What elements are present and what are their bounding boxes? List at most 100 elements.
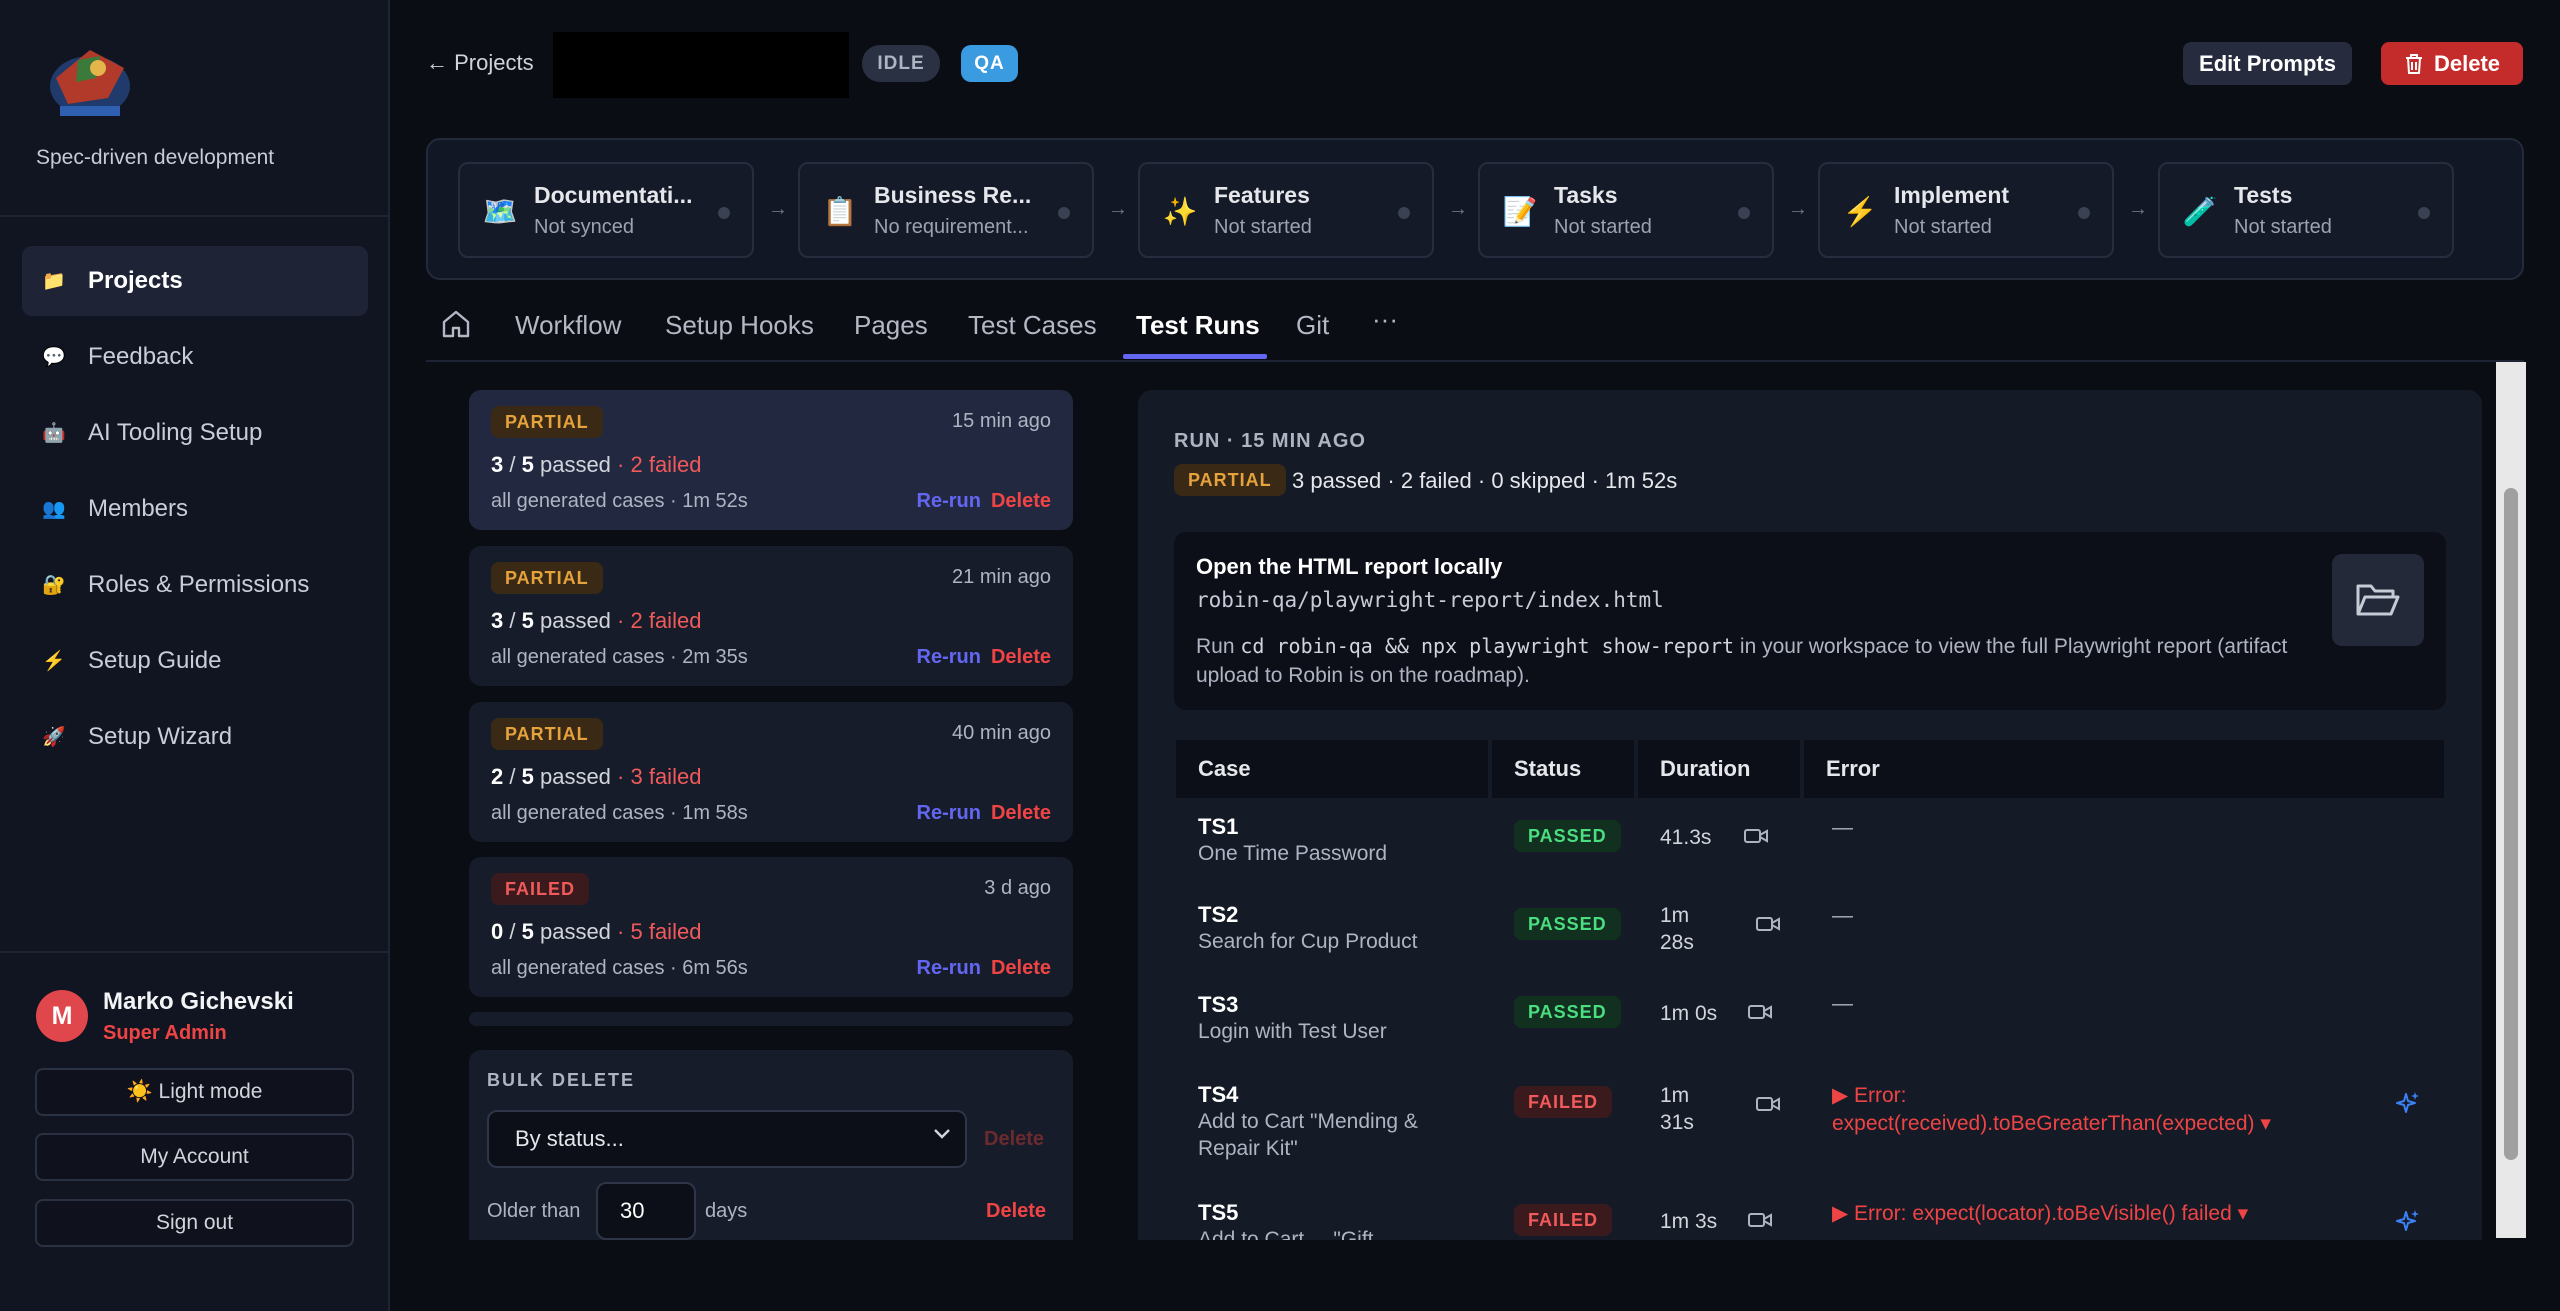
open-folder-button[interactable]	[2332, 554, 2424, 646]
light-mode-button[interactable]: ☀️ Light mode	[35, 1068, 354, 1116]
step-title: Business Re...	[874, 182, 1032, 208]
case-name: Search for Cup Product	[1198, 930, 1418, 953]
delete-run-button[interactable]: Delete	[991, 957, 1051, 980]
delete-project-button[interactable]: Delete	[2381, 42, 2523, 85]
video-icon[interactable]	[1744, 828, 1768, 844]
case-name: Add to Cart "Mending & Repair Kit"	[1198, 1110, 1418, 1160]
sidebar-item-feedback[interactable]: 💬 Feedback	[22, 322, 368, 392]
column-header-error: Error	[1804, 740, 2444, 798]
sidebar-item-projects[interactable]: 📁 Projects	[22, 246, 368, 316]
status-badge: PARTIAL	[491, 718, 603, 750]
step-tasks[interactable]: 📝 Tasks Not started	[1478, 162, 1774, 258]
step-status-dot	[1398, 207, 1410, 219]
speech-bubble-icon: 💬	[42, 347, 66, 368]
step-status-dot	[718, 207, 730, 219]
run-time: 21 min ago	[952, 566, 1051, 588]
error-toggle[interactable]: ▶ Error: expect(locator).toBeVisible() f…	[1832, 1200, 2352, 1228]
rerun-button[interactable]: Re-run	[917, 490, 981, 513]
step-features[interactable]: ✨ Features Not started	[1138, 162, 1434, 258]
tab-setup-hooks[interactable]: Setup Hooks	[665, 310, 814, 341]
days-input[interactable]: 30	[596, 1182, 696, 1240]
days-label: days	[705, 1200, 748, 1222]
my-account-button[interactable]: My Account	[35, 1133, 354, 1181]
tab-test-cases[interactable]: Test Cases	[968, 310, 1097, 341]
step-tests[interactable]: 🧪 Tests Not started	[2158, 162, 2454, 258]
sidebar-item-setup-guide[interactable]: ⚡ Setup Guide	[22, 626, 368, 696]
run-meta: all generated cases · 6m 56s	[491, 957, 748, 979]
user-role: Super Admin	[103, 1022, 227, 1044]
run-card[interactable]: PARTIAL 15 min ago 3 / 5 passed · 2 fail…	[469, 390, 1073, 530]
case-name: Add to Cart ... "Gift	[1198, 1228, 1374, 1240]
ai-fix-sparkles-icon[interactable]	[2394, 1208, 2422, 1236]
run-meta: all generated cases · 1m 52s	[491, 490, 748, 512]
sidebar-item-label: Roles & Permissions	[88, 571, 310, 598]
bulk-delete-older-button[interactable]: Delete	[986, 1200, 1046, 1223]
status-badge: FAILED	[1514, 1204, 1613, 1236]
run-card[interactable]: PARTIAL 40 min ago 2 / 5 passed · 3 fail…	[469, 702, 1073, 842]
step-status-dot	[1058, 207, 1070, 219]
folder-open-icon	[2356, 584, 2400, 616]
sidebar-item-setup-wizard[interactable]: 🚀 Setup Wizard	[22, 702, 368, 772]
step-implement[interactable]: ⚡ Implement Not started	[1818, 162, 2114, 258]
more-tabs-icon[interactable]: ···	[1372, 304, 1398, 335]
video-icon[interactable]	[1756, 916, 1780, 932]
run-card[interactable]: FAILED 3 d ago 0 / 5 passed · 5 failed a…	[469, 857, 1073, 997]
user-name: Marko Gichevski	[103, 988, 294, 1015]
edit-prompts-button[interactable]: Edit Prompts	[2183, 42, 2352, 85]
status-select[interactable]: By status...	[487, 1110, 967, 1168]
case-id: TS4	[1198, 1082, 1239, 1107]
app-root: Spec-driven development 📁 Projects 💬 Feedb…	[0, 0, 2560, 1311]
error-text: —	[1832, 992, 1853, 1015]
home-icon[interactable]	[440, 308, 472, 340]
sidebar-item-label: Setup Wizard	[88, 723, 233, 750]
tab-pages[interactable]: Pages	[854, 310, 928, 341]
lightning-icon: ⚡	[1842, 196, 1878, 227]
robin-logo[interactable]	[38, 38, 138, 124]
report-title: Open the HTML report locally	[1196, 554, 1503, 579]
tab-test-runs[interactable]: Test Runs	[1136, 310, 1260, 341]
video-icon[interactable]	[1756, 1096, 1780, 1112]
trash-icon	[2405, 53, 2422, 74]
sidebar-item-ai-tooling-setup[interactable]: 🤖 AI Tooling Setup	[22, 398, 368, 468]
error-toggle[interactable]: ▶ Error: expect(received).toBeGreaterTha…	[1832, 1082, 2312, 1138]
sidebar-item-label: Setup Guide	[88, 647, 222, 674]
sidebar-divider	[0, 215, 390, 217]
run-summary: 3 passed · 2 failed · 0 skipped · 1m 52s	[1292, 468, 1678, 493]
sidebar-item-label: Projects	[88, 267, 183, 294]
run-card[interactable]: PARTIAL 21 min ago 3 / 5 passed · 2 fail…	[469, 546, 1073, 686]
arrow-right-icon: →	[2128, 198, 2148, 220]
rerun-button[interactable]: Re-run	[917, 957, 981, 980]
ai-fix-sparkles-icon[interactable]	[2394, 1090, 2422, 1118]
user-profile: M Marko Gichevski Super Admin	[36, 986, 366, 1056]
project-type-badge: QA	[961, 45, 1018, 82]
rerun-button[interactable]: Re-run	[917, 646, 981, 669]
case-name: One Time Password	[1198, 842, 1388, 865]
tab-bar: Workflow Setup Hooks Pages Test Cases Te…	[426, 290, 2524, 362]
bottom-edge	[390, 1240, 2560, 1311]
step-business-requirements[interactable]: 📋 Business Re... No requirement...	[798, 162, 1094, 258]
sparkles-icon: ✨	[1162, 196, 1198, 227]
case-id: TS3	[1198, 992, 1239, 1017]
delete-run-button[interactable]: Delete	[991, 802, 1051, 825]
step-documentation[interactable]: 🗺️ Documentati... Not synced	[458, 162, 754, 258]
rerun-button[interactable]: Re-run	[917, 802, 981, 825]
bulk-delete-panel: BULK DELETE By status... Delete Older th…	[469, 1050, 1073, 1240]
sign-out-button[interactable]: Sign out	[35, 1199, 354, 1247]
run-heading: RUN · 15 MIN AGO	[1174, 430, 1366, 452]
tab-git[interactable]: Git	[1296, 310, 1329, 341]
run-time: 15 min ago	[952, 410, 1051, 432]
error-text: —	[1832, 904, 1853, 927]
tab-workflow[interactable]: Workflow	[515, 310, 621, 341]
video-icon[interactable]	[1748, 1004, 1772, 1020]
delete-run-button[interactable]: Delete	[991, 490, 1051, 513]
duration: 1m 0s	[1660, 1002, 1718, 1025]
bulk-delete-status-button[interactable]: Delete	[984, 1128, 1044, 1151]
scrollbar-thumb[interactable]	[2504, 488, 2518, 1160]
sidebar-item-label: AI Tooling Setup	[88, 419, 263, 446]
sidebar-item-roles-permissions[interactable]: 🔐 Roles & Permissions	[22, 550, 368, 620]
video-icon[interactable]	[1748, 1212, 1772, 1228]
delete-run-button[interactable]: Delete	[991, 646, 1051, 669]
column-header-duration: Duration	[1638, 740, 1800, 798]
back-to-projects-link[interactable]: ← Projects	[426, 50, 534, 76]
sidebar-item-members[interactable]: 👥 Members	[22, 474, 368, 544]
